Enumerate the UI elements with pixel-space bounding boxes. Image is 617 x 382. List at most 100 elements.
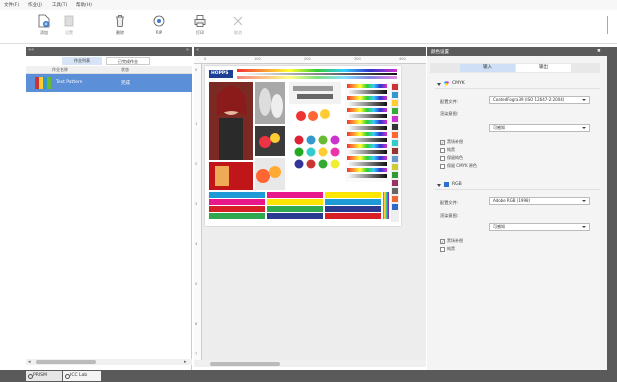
expand-triangle-icon xyxy=(437,83,441,86)
rgb-intent-label: 渲染意图: xyxy=(440,213,459,218)
test-pattern-logo: HOPPS xyxy=(211,71,229,76)
tab-job-list[interactable]: 作业列表 xyxy=(62,57,102,65)
ruler-label: 7 xyxy=(195,352,198,356)
column-status[interactable]: 状态 xyxy=(121,67,129,73)
tab-icc-lab[interactable]: ICC Lab xyxy=(63,371,101,381)
add-label: 添加 xyxy=(40,30,48,35)
tab-prism[interactable]: PRISM xyxy=(26,371,62,381)
tab-input[interactable]: 输入 xyxy=(460,64,515,72)
cmyk-intent-select[interactable]: 可感知 xyxy=(489,124,590,132)
rip-button[interactable]: RIP xyxy=(147,14,171,42)
checkbox-label: 纯黑 xyxy=(447,246,455,251)
panel-title: 颜色设置 xyxy=(431,50,449,55)
rgb-profile-select[interactable]: Adobe RGB (1998) xyxy=(489,197,590,205)
print-label: 打印 xyxy=(196,30,204,35)
ruler-label: 0 xyxy=(204,57,207,61)
rgb-black-point-checkbox[interactable]: ✓ 黑场补偿 xyxy=(440,238,463,244)
ruler-label: 300 xyxy=(354,57,361,61)
tab-output[interactable]: 输出 xyxy=(516,64,571,72)
ruler-top: 0 100 200 300 400 xyxy=(194,56,426,64)
scroll-left-icon[interactable]: ◂ xyxy=(28,359,31,365)
job-name: Test Pattern xyxy=(56,80,83,85)
menu-job[interactable]: 作业(J) xyxy=(28,2,42,8)
test-pattern-page: HOPPS xyxy=(205,66,401,226)
panel-expand-icon[interactable]: » xyxy=(186,47,189,53)
color-settings-tabs: 输入 输出 xyxy=(430,63,600,73)
job-tabs: 作业列表 已完成作业 xyxy=(26,56,192,66)
job-status: 完成 xyxy=(121,81,130,86)
rip-label: RIP xyxy=(155,30,163,35)
test-pattern-image xyxy=(209,69,399,222)
cmyk-intent-label: 渲染意图: xyxy=(440,111,459,116)
scrollbar-thumb[interactable] xyxy=(36,360,96,364)
print-button[interactable]: 打印 xyxy=(188,14,212,42)
rgb-profile-label: 配置文件: xyxy=(440,200,459,205)
ruler-label: 2 xyxy=(195,162,198,166)
column-job-name[interactable]: 作业名称 xyxy=(52,67,68,73)
ruler-label: 100 xyxy=(254,57,261,61)
scrollbar-thumb[interactable] xyxy=(210,361,280,366)
job-list-panel xyxy=(26,47,192,370)
cancel-button[interactable]: 取消 xyxy=(226,14,250,42)
ruler-label: 400 xyxy=(399,57,406,61)
rgb-pure-black-checkbox[interactable]: 纯黑 xyxy=(440,246,455,252)
checkbox-label: 黑场补偿 xyxy=(447,139,463,144)
job-thumbnail xyxy=(35,77,51,89)
ruler-label: 4 xyxy=(195,242,198,246)
tab-completed-jobs[interactable]: 已完成作业 xyxy=(106,57,150,65)
add-button[interactable]: 添加 xyxy=(32,14,56,42)
close-panel-icon[interactable]: ✖ xyxy=(597,49,601,54)
expand-triangle-icon xyxy=(437,184,441,187)
ruler-left: 0 1 2 3 4 5 6 7 xyxy=(194,64,202,360)
menu-tools[interactable]: 工具(T) xyxy=(52,2,67,8)
ruler-label: 0 xyxy=(195,68,198,72)
menu-bar: 文件(F) 作业(J) 工具(T) 帮助(H) xyxy=(0,0,617,10)
canvas-scrollbar[interactable] xyxy=(194,360,426,367)
ruler-label: 5 xyxy=(195,282,198,286)
toolbar-divider xyxy=(607,16,608,34)
cmyk-profile-select[interactable]: CoatedFogra39 (ISO 12647-2:2004) xyxy=(489,96,590,104)
checkbox-checked: ✓ xyxy=(440,139,445,145)
cmyk-section-header[interactable]: CMYK xyxy=(435,80,600,89)
checkbox-unchecked xyxy=(440,163,445,169)
close-icon xyxy=(233,16,243,26)
job-panel-header: «« » xyxy=(26,47,192,56)
job-list-header: 作业名称 状态 xyxy=(26,66,192,74)
panel-collapse-icon[interactable]: «« xyxy=(28,47,34,53)
preview-header: « xyxy=(194,47,426,56)
menu-help[interactable]: 帮助(H) xyxy=(76,2,92,8)
checkbox-checked: ✓ xyxy=(440,238,445,244)
checkbox-label: 纯黑 xyxy=(447,147,455,152)
delete-label: 删除 xyxy=(116,30,124,35)
ruler-label: 200 xyxy=(304,57,311,61)
table-row[interactable]: Test Pattern 完成 xyxy=(26,74,192,92)
cmyk-black-point-checkbox[interactable]: ✓ 黑场补偿 xyxy=(440,139,463,145)
cmyk-profile-label: 配置文件: xyxy=(440,99,459,104)
printer-icon xyxy=(194,15,206,27)
ruler-label: 3 xyxy=(195,202,198,206)
ruler-label: 6 xyxy=(195,322,198,326)
checkbox-label: 黑场补偿 xyxy=(447,238,463,243)
settings-icon xyxy=(64,15,74,27)
rgb-section-title: RGB xyxy=(452,182,462,187)
cmyk-preserve-solid-checkbox[interactable]: 保留纯色 xyxy=(440,155,463,161)
cmyk-preserve-primaries-checkbox[interactable]: 保留 CMYK 原色 xyxy=(440,163,477,169)
color-settings-header: 颜色设置 ✖ xyxy=(427,47,607,56)
checkbox-unchecked xyxy=(440,147,445,153)
cmyk-icon xyxy=(444,81,449,86)
cmyk-section-title: CMYK xyxy=(452,81,465,86)
settings-button[interactable]: 设置 xyxy=(57,14,81,42)
scroll-right-icon[interactable]: ▸ xyxy=(184,359,187,365)
checkbox-label: 保留 CMYK 原色 xyxy=(447,163,477,168)
menu-file[interactable]: 文件(F) xyxy=(4,2,19,8)
rgb-section-header[interactable]: RGB xyxy=(435,181,600,190)
rgb-intent-select[interactable]: 可感知 xyxy=(489,223,590,231)
delete-button[interactable]: 删除 xyxy=(108,14,132,42)
checkbox-unchecked xyxy=(440,246,445,252)
cmyk-pure-black-checkbox[interactable]: 纯黑 xyxy=(440,147,455,153)
right-panel-scrollbar[interactable] xyxy=(607,47,617,370)
preview-collapse-icon[interactable]: « xyxy=(196,47,199,53)
job-list-scrollbar[interactable]: ◂ ▸ xyxy=(26,359,192,365)
settings-label: 设置 xyxy=(65,30,73,35)
trash-icon xyxy=(116,15,124,27)
